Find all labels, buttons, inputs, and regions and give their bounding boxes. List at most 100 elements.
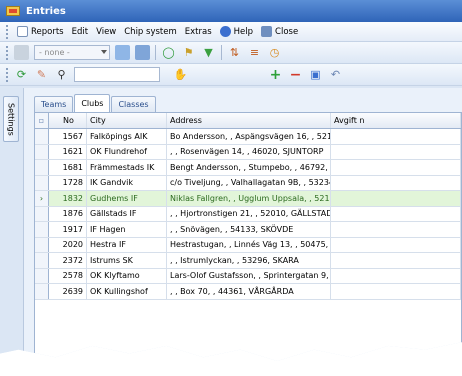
cell-avgift[interactable] <box>331 175 461 190</box>
column-header-city[interactable]: City <box>87 113 167 128</box>
cell-city[interactable]: Gällstads IF <box>87 206 167 221</box>
clock-icon[interactable]: ◷ <box>267 45 282 60</box>
row-indicator[interactable] <box>35 144 49 159</box>
menu-help[interactable]: Help <box>219 26 253 37</box>
cell-address[interactable]: , , Box 70, , 44361, VÅRGÅRDA <box>167 284 331 299</box>
settings-side-tab[interactable]: Settings <box>3 96 19 142</box>
column-header-address[interactable]: Address <box>167 113 331 128</box>
sort-az-icon[interactable]: ≡ <box>247 45 262 60</box>
cell-address[interactable]: Bengt Andersson, , Stumpebo, , 46792, GR <box>167 160 331 175</box>
cell-no[interactable]: 1567 <box>49 129 87 144</box>
cell-city[interactable]: OK Kullingshof <box>87 284 167 299</box>
cell-no[interactable]: 1832 <box>49 191 87 206</box>
row-indicator[interactable] <box>35 253 49 268</box>
search-input[interactable] <box>74 67 160 82</box>
cell-no[interactable]: 2578 <box>49 268 87 283</box>
cell-no[interactable]: 2020 <box>49 237 87 252</box>
table-row[interactable]: 1567 Falköpings AIK Bo Andersson, , Aspäng… <box>35 129 461 145</box>
cell-address[interactable]: , , Istrumlyckan, , 53296, SKARA <box>167 253 331 268</box>
cell-city[interactable]: Falköpings AIK <box>87 129 167 144</box>
sort-icon[interactable]: ⇅ <box>227 45 242 60</box>
remove-icon[interactable]: − <box>288 67 303 83</box>
column-header-avgift[interactable]: Avgift n <box>331 113 461 128</box>
toolbar-grip[interactable] <box>6 24 9 39</box>
menu-chip-system[interactable]: Chip system <box>124 27 177 37</box>
tag-icon[interactable]: ✎ <box>34 67 49 82</box>
cell-address[interactable]: , , Snövägen, , 54133, SKÖVDE <box>167 222 331 237</box>
undo-icon[interactable]: ↶ <box>328 67 343 82</box>
tab-teams[interactable]: Teams <box>34 96 74 112</box>
cell-city[interactable]: IK Gandvik <box>87 175 167 190</box>
cell-address[interactable]: Bo Andersson, , Aspängsvägen 16, , 52130 <box>167 129 331 144</box>
cell-avgift[interactable] <box>331 206 461 221</box>
table-row[interactable]: 1681 Främmestads IK Bengt Andersson, , Stu… <box>35 160 461 176</box>
cell-avgift[interactable] <box>331 222 461 237</box>
cell-no[interactable]: 2372 <box>49 253 87 268</box>
toolbar-grip[interactable] <box>6 67 9 82</box>
table-row[interactable]: 2639 OK Kullingshof, , Box 70, , 44361, V… <box>35 284 461 300</box>
cell-address[interactable]: c/o Tiveljung, , Valhallagatan 9B, , 532… <box>167 175 331 190</box>
menu-edit[interactable]: Edit <box>72 27 88 37</box>
table-row[interactable]: 1876 Gällstads IF, , Hjortronstigen 21, ,… <box>35 206 461 222</box>
row-indicator[interactable] <box>35 206 49 221</box>
cell-avgift[interactable] <box>331 144 461 159</box>
cell-address[interactable]: Lars-Olof Gustafsson, , Sprintergatan 9,… <box>167 268 331 283</box>
cell-city[interactable]: IF Hagen <box>87 222 167 237</box>
list-icon[interactable] <box>14 45 29 60</box>
add-icon[interactable]: + <box>268 67 283 83</box>
cell-avgift[interactable] <box>331 129 461 144</box>
toolbar-grip[interactable] <box>6 45 9 60</box>
row-indicator[interactable] <box>35 160 49 175</box>
filter-icon[interactable]: ▼ <box>201 45 216 60</box>
save-icon[interactable]: ▣ <box>308 67 323 82</box>
table-row[interactable]: 2372 Istrums SK, , Istrumlyckan, , 53296,… <box>35 253 461 269</box>
cell-address[interactable]: , , Rosenvägen 14, , 46020, SJUNTORP <box>167 144 331 159</box>
tab-clubs[interactable]: Clubs <box>74 94 111 112</box>
cell-city[interactable]: Istrums SK <box>87 253 167 268</box>
table-row[interactable]: 2578 OK Klyftamo Lars-Olof Gustafsson, , S… <box>35 268 461 284</box>
row-indicator-header[interactable]: ▫ <box>35 113 49 128</box>
refresh-icon[interactable] <box>135 45 150 60</box>
table-row[interactable]: 1621 OK Flundrehof, , Rosenvägen 14, , 46… <box>35 144 461 160</box>
cell-city[interactable]: OK Klyftamo <box>87 268 167 283</box>
cell-no[interactable]: 1621 <box>49 144 87 159</box>
cell-city[interactable]: Främmestads IK <box>87 160 167 175</box>
cell-address[interactable]: Hestrastugan, , Linnés Väg 13, , 50475, … <box>167 237 331 252</box>
cell-avgift[interactable] <box>331 191 461 206</box>
row-indicator[interactable] <box>35 222 49 237</box>
runner-icon[interactable]: ⚑ <box>181 45 196 60</box>
row-indicator[interactable] <box>35 175 49 190</box>
cell-avgift[interactable] <box>331 268 461 283</box>
column-header-no[interactable]: No <box>49 113 87 128</box>
menu-view[interactable]: View <box>96 27 116 37</box>
cell-city[interactable]: Hestra IF <box>87 237 167 252</box>
cell-address[interactable]: , , Hjortronstigen 21, , 52010, GÄLLSTAD <box>167 206 331 221</box>
table-row[interactable]: › 1832 Gudhems IF Niklas Fallgren, , Ugglum… <box>35 191 461 207</box>
menu-close[interactable]: Close <box>261 26 298 37</box>
grid-icon[interactable] <box>115 45 130 60</box>
cell-no[interactable]: 1728 <box>49 175 87 190</box>
row-indicator[interactable] <box>35 237 49 252</box>
cell-city[interactable]: Gudhems IF <box>87 191 167 206</box>
cell-no[interactable]: 1917 <box>49 222 87 237</box>
table-row[interactable]: 1917 IF Hagen, , Snövägen, , 54133, SKÖVD… <box>35 222 461 238</box>
row-indicator[interactable] <box>35 284 49 299</box>
refresh-green-icon[interactable]: ⟳ <box>14 67 29 82</box>
binoculars-icon[interactable]: ⚲ <box>54 67 69 82</box>
row-indicator[interactable] <box>35 129 49 144</box>
none-combo[interactable]: - none - <box>34 45 110 60</box>
circle-icon[interactable]: ◯ <box>161 45 176 60</box>
cell-city[interactable]: OK Flundrehof <box>87 144 167 159</box>
row-indicator[interactable] <box>35 268 49 283</box>
row-indicator[interactable]: › <box>35 191 49 206</box>
table-row[interactable]: 1728 IK Gandvik c/o Tiveljung, , Valhallag… <box>35 175 461 191</box>
cell-avgift[interactable] <box>331 284 461 299</box>
cell-avgift[interactable] <box>331 237 461 252</box>
cell-no[interactable]: 1681 <box>49 160 87 175</box>
cell-avgift[interactable] <box>331 253 461 268</box>
cell-address[interactable]: Niklas Fallgren, , Ugglum Uppsala, , 521… <box>167 191 331 206</box>
hand-icon[interactable]: ✋ <box>173 67 188 82</box>
menu-extras[interactable]: Extras <box>185 27 212 37</box>
cell-no[interactable]: 1876 <box>49 206 87 221</box>
table-row[interactable]: 2020 Hestra IF Hestrastugan, , Linnés Väg … <box>35 237 461 253</box>
